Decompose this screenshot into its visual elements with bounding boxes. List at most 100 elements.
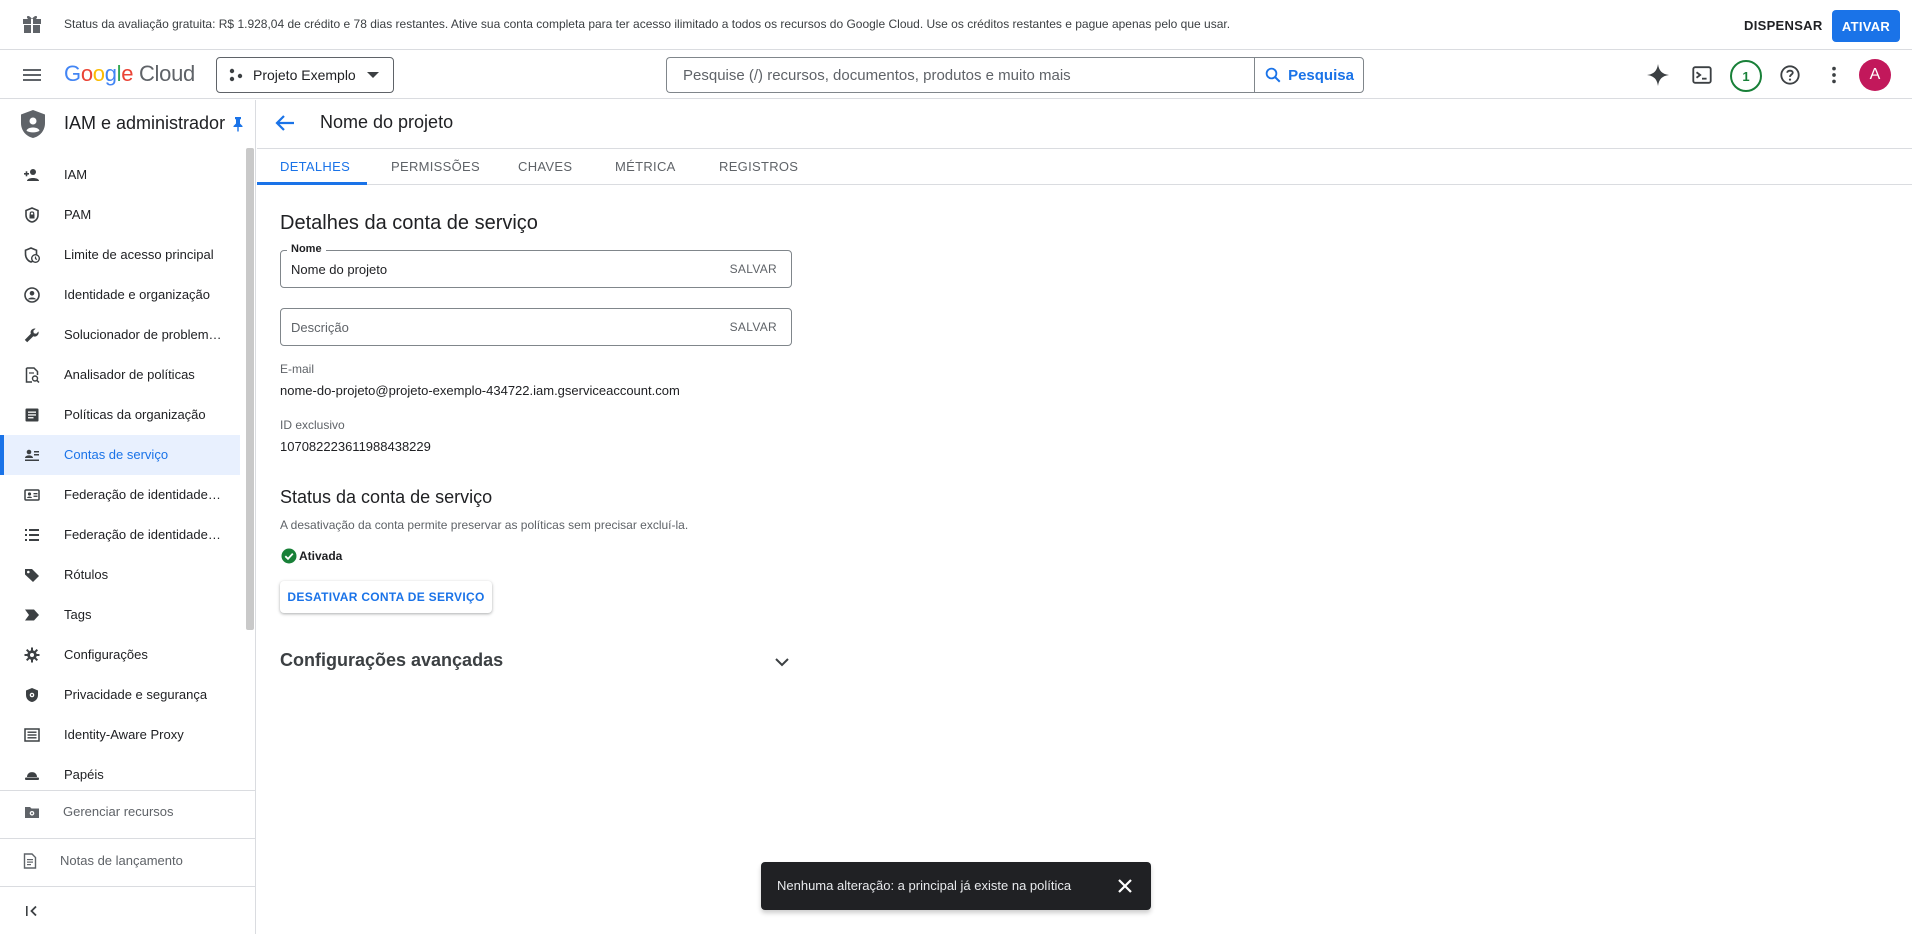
tab-bar: DETALHES PERMISSÕES CHAVES MÉTRICA REGIS… — [257, 148, 1912, 185]
sidebar-item-label: Analisador de políticas — [64, 367, 195, 382]
more-vert-icon[interactable] — [1822, 63, 1846, 87]
back-arrow-icon[interactable] — [274, 112, 296, 134]
notifications-badge[interactable]: 1 — [1730, 60, 1762, 92]
sidebar-item-label: Federação de identidade da força de trab… — [64, 487, 224, 502]
sidebar-item-workforce-identity-federation[interactable]: Federação de identidade da força de trab… — [0, 475, 240, 515]
sidebar-item-label: Contas de serviço — [64, 447, 169, 462]
iam-shield-icon — [21, 110, 45, 138]
pin-icon[interactable] — [230, 116, 246, 132]
search-button-label: Pesquisa — [1288, 66, 1354, 84]
divider — [0, 838, 256, 839]
close-icon[interactable] — [1115, 876, 1135, 896]
sidebar-item-label: Papéis — [64, 767, 104, 782]
article-icon — [25, 408, 39, 422]
dismiss-button[interactable]: DISPENSAR — [1734, 10, 1833, 40]
sidebar-item-labels[interactable]: Rótulos — [0, 555, 240, 595]
divider — [0, 886, 256, 887]
collapse-sidebar-button[interactable] — [0, 893, 256, 933]
manage-resources-icon — [25, 807, 39, 818]
gear-icon — [24, 647, 40, 663]
tab-details[interactable]: DETALHES — [280, 159, 350, 174]
tab-metrics[interactable]: MÉTRICA — [615, 159, 676, 174]
tab-logs[interactable]: REGISTROS — [719, 159, 798, 174]
name-field-label: Nome — [287, 243, 326, 255]
google-cloud-logo[interactable]: Google Cloud — [64, 61, 195, 87]
sidebar-item-label: Identity-Aware Proxy — [64, 727, 184, 742]
sidebar-item-workload-identity-federation[interactable]: Federação de identidade da carga de trab… — [0, 515, 240, 555]
name-field[interactable]: Nome Nome do projeto SALVAR — [280, 243, 792, 288]
sidebar-item-policy-troubleshooter[interactable]: Solucionador de problemas de política — [0, 315, 240, 355]
sidebar-item-label: Identidade e organização — [64, 287, 211, 302]
save-name-button[interactable]: SALVAR — [730, 262, 777, 276]
cloud-shell-terminal-icon[interactable] — [1690, 63, 1714, 87]
sidebar-item-label: Solucionador de problemas de política — [64, 327, 224, 342]
wrench-icon — [24, 328, 39, 343]
sidebar-item-identity-organization[interactable]: Identidade e organização — [0, 275, 240, 315]
description-field[interactable]: Descrição SALVAR — [280, 308, 792, 346]
description-placeholder: Descrição — [291, 320, 349, 335]
sidebar-item-policy-analyzer[interactable]: Analisador de políticas — [0, 355, 240, 395]
sidebar-item-tags[interactable]: Tags — [0, 595, 240, 635]
gemini-sparkle-icon[interactable] — [1646, 63, 1670, 87]
help-icon[interactable] — [1778, 63, 1802, 87]
snackbar-message: Nenhuma alteração: a principal já existe… — [777, 878, 1072, 893]
tab-permissions[interactable]: PERMISSÕES — [391, 159, 480, 174]
sidebar-item-roles[interactable]: Papéis — [0, 755, 240, 788]
search-placeholder: Pesquise (/) recursos, documentos, produ… — [683, 66, 1071, 84]
account-circle-icon — [24, 287, 40, 303]
sidebar-item-iam[interactable]: IAM — [0, 155, 240, 195]
tag-chevron-icon — [25, 609, 39, 621]
service-account-icon — [25, 449, 39, 461]
hamburger-menu-icon[interactable] — [20, 63, 44, 87]
sidebar-item-settings[interactable]: Configurações — [0, 635, 240, 675]
shield-clock-icon — [24, 247, 40, 263]
trial-status-text: Status da avaliação gratuita: R$ 1.928,0… — [64, 17, 1231, 31]
status-description: A desativação da conta permite preservar… — [280, 518, 689, 532]
trial-banner: Status da avaliação gratuita: R$ 1.928,0… — [0, 0, 1912, 50]
check-circle-icon — [281, 548, 297, 564]
label-icon — [25, 569, 39, 582]
advanced-settings-expander[interactable]: Configurações avançadas — [280, 650, 792, 674]
list-icon — [25, 529, 39, 541]
sidebar-item-principal-access-boundary[interactable]: Limite de acesso principal — [0, 235, 240, 275]
snackbar: Nenhuma alteração: a principal já existe… — [761, 862, 1151, 910]
unique-id-value: 107082223611988438229 — [280, 439, 431, 454]
hat-icon — [25, 772, 39, 780]
top-app-bar: Google Cloud Projeto Exemplo Pesquise (/… — [0, 51, 1912, 99]
sidebar-item-label: Tags — [64, 607, 92, 622]
status-value: Ativada — [299, 549, 343, 563]
search-icon — [1265, 67, 1281, 83]
release-notes-link[interactable]: Notas de lançamento — [0, 841, 256, 881]
sidebar-item-organization-policies[interactable]: Políticas da organização — [0, 395, 240, 435]
sidebar-item-label: Privacidade e segurança — [64, 687, 208, 702]
activate-button[interactable]: ATIVAR — [1832, 10, 1900, 42]
gift-icon — [23, 15, 41, 33]
logo-google-text: Google — [64, 61, 134, 86]
sidebar-item-label: Federação de identidade da carga de trab… — [64, 527, 224, 542]
project-picker[interactable]: Projeto Exemplo — [216, 57, 394, 93]
sidebar-item-label: Políticas da organização — [64, 407, 206, 422]
sidebar-item-pam[interactable]: PAM — [0, 195, 240, 235]
details-heading: Detalhes da conta de serviço — [280, 212, 538, 234]
sidebar-scrollbar[interactable] — [246, 148, 254, 630]
status-heading: Status da conta de serviço — [280, 487, 493, 507]
account-avatar[interactable]: A — [1859, 59, 1891, 91]
page-title: Nome do projeto — [320, 112, 454, 132]
unique-id-label: ID exclusivo — [280, 418, 345, 432]
policy-doc-icon — [25, 367, 40, 383]
save-description-button[interactable]: SALVAR — [730, 320, 777, 334]
sidebar-item-identity-aware-proxy[interactable]: Identity-Aware Proxy — [0, 715, 240, 755]
disable-service-account-button[interactable]: DESATIVAR CONTA DE SERVIÇO — [280, 581, 492, 613]
tab-keys[interactable]: CHAVES — [518, 159, 572, 174]
search-input[interactable]: Pesquise (/) recursos, documentos, produ… — [666, 57, 1254, 93]
logo-cloud-text: Cloud — [138, 61, 195, 86]
manage-resources-label: Gerenciar recursos — [63, 804, 174, 819]
sidebar-item-label: IAM — [64, 167, 88, 182]
project-name: Projeto Exemplo — [253, 67, 356, 83]
manage-resources-link[interactable]: Gerenciar recursos — [0, 792, 256, 832]
sidebar-item-service-accounts[interactable]: Contas de serviço — [0, 435, 240, 475]
sidebar-item-privacy-security[interactable]: Privacidade e segurança — [0, 675, 240, 715]
search-button[interactable]: Pesquisa — [1254, 57, 1364, 93]
divider — [0, 790, 256, 791]
name-field-value: Nome do projeto — [291, 262, 388, 277]
